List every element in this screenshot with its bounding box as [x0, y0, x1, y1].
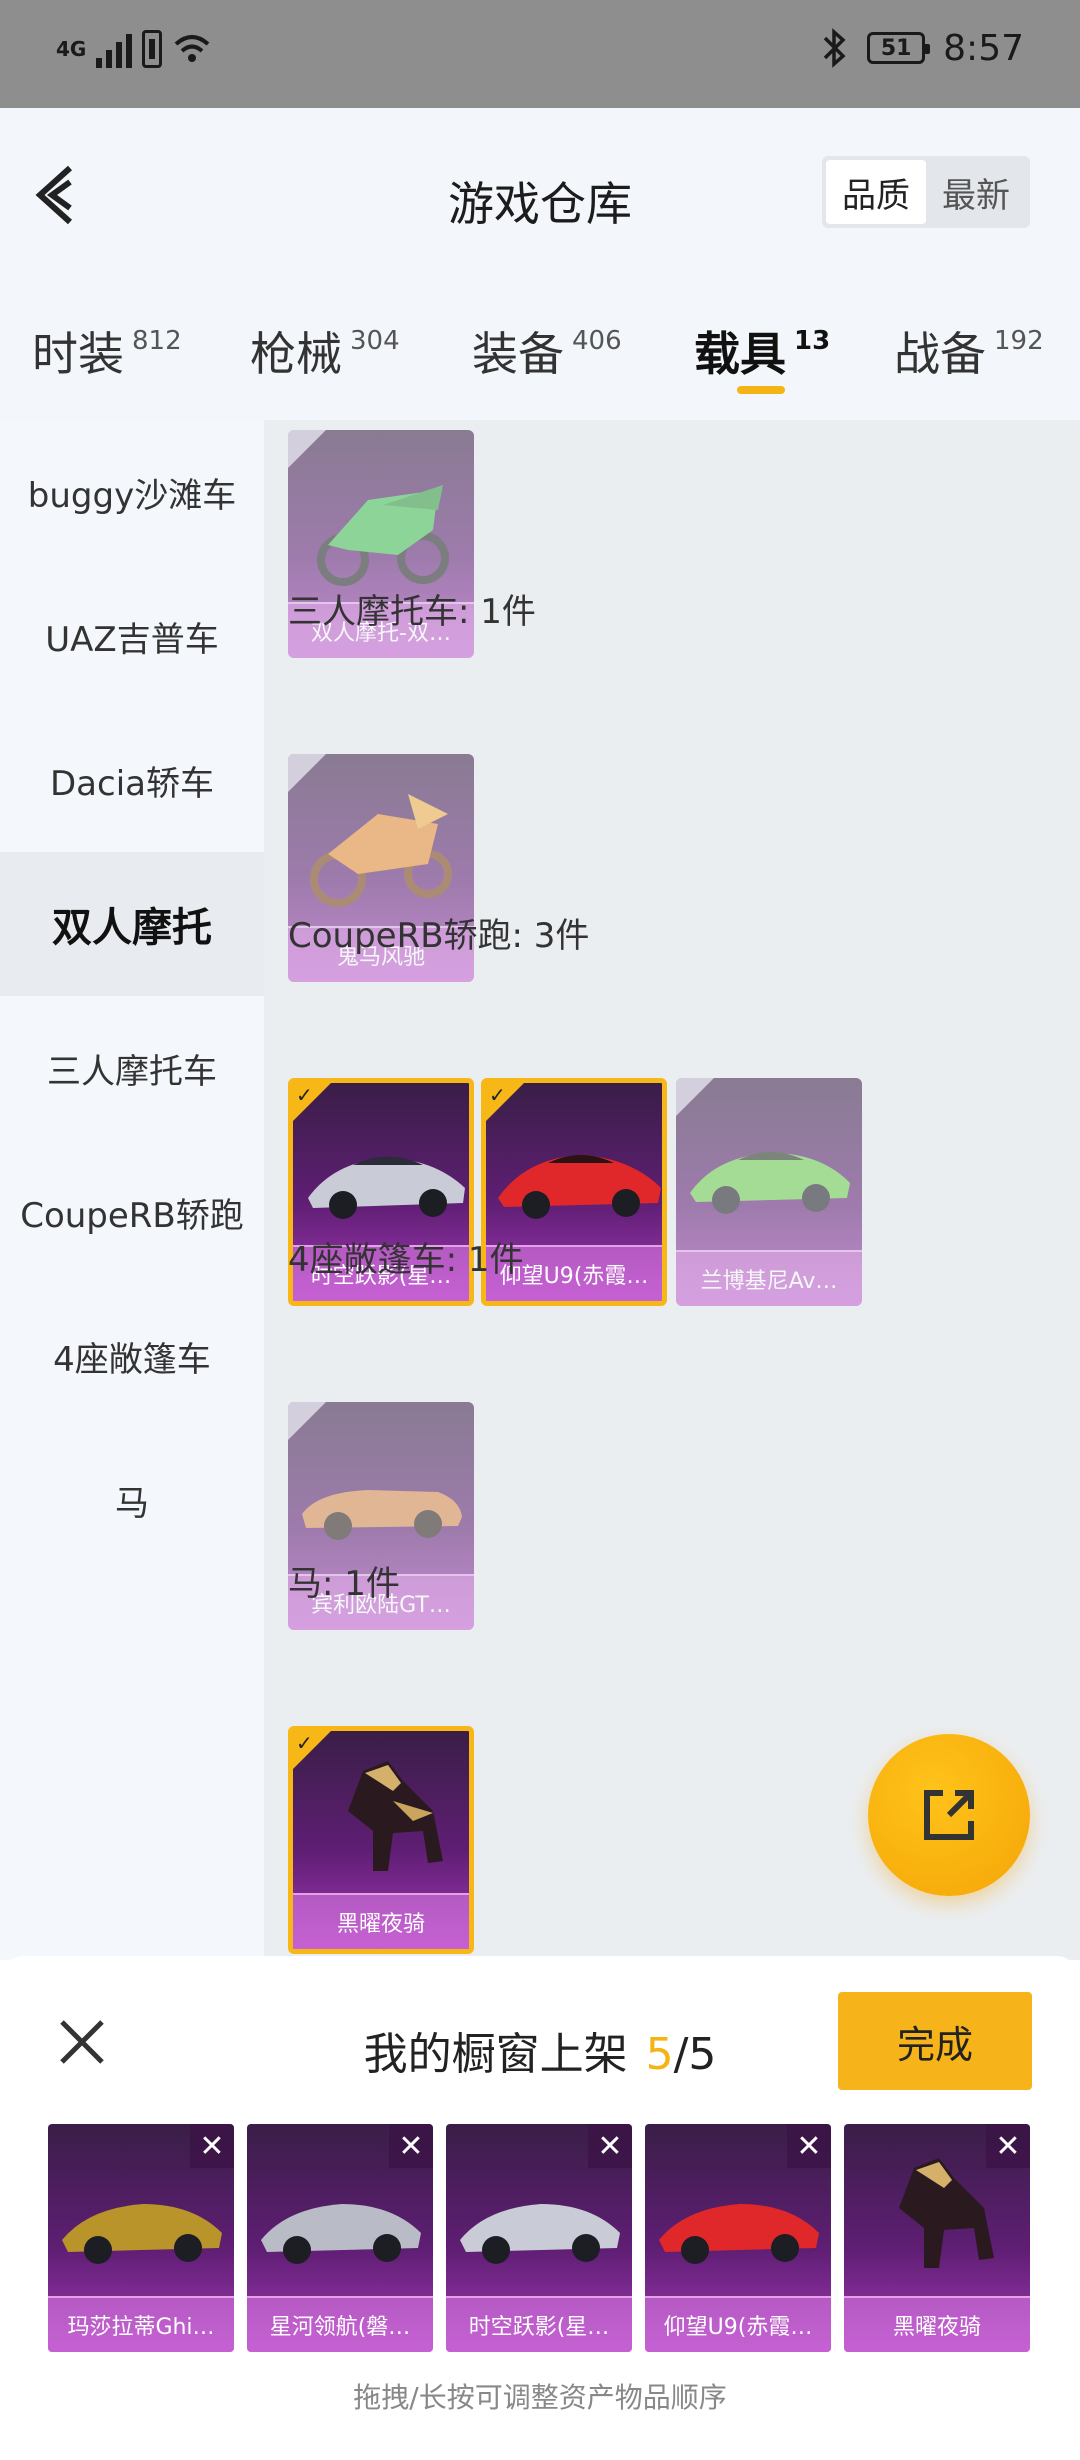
tab-weapons[interactable]: 枪械 304 [250, 318, 400, 384]
sidebar-item-two-seat-moto[interactable]: 双人摩托 [0, 852, 264, 996]
showcase-panel: 我的橱窗上架 5/5 完成 ✕ 玛莎拉蒂Ghi… ✕ 星河领航(磐… ✕ 时空跃影… [0, 1956, 1080, 2460]
sidebar-item-three-seat-moto[interactable]: 三人摩托车 [0, 996, 264, 1140]
sort-newest-button[interactable]: 最新 [926, 160, 1026, 224]
shelf-item[interactable]: ✕ 时空跃影(星… [446, 2124, 632, 2352]
check-corner [676, 1078, 714, 1116]
share-icon [924, 1790, 974, 1840]
shelf-item[interactable]: ✕ 玛莎拉蒂Ghi… [48, 2124, 234, 2352]
tab-count: 13 [794, 326, 831, 356]
vehicle-grid: 双人摩托-双… 三人摩托车: 1件 鬼马风驰 CoupeRB轿跑: 3件 ✓ 时… [264, 420, 1080, 1960]
shelf-count-current: 5 [645, 2029, 674, 2080]
sidebar-item-coupe-rb[interactable]: CoupeRB轿跑 [0, 1140, 264, 1284]
shelf-count-total: /5 [673, 2029, 717, 2080]
section-label: CoupeRB轿跑: 3件 [288, 916, 590, 956]
shelf-item[interactable]: ✕ 黑曜夜骑 [844, 2124, 1030, 2352]
tab-count: 304 [350, 326, 400, 356]
item-card[interactable]: 兰博基尼Av… [676, 1078, 862, 1306]
item-name: 兰博基尼Av… [676, 1250, 862, 1306]
remove-item-button[interactable]: ✕ [389, 2124, 433, 2168]
tab-count: 812 [132, 326, 182, 356]
status-right: 51 8:57 [819, 26, 1024, 70]
done-button[interactable]: 完成 [838, 1992, 1032, 2090]
tab-equipment[interactable]: 装备 406 [472, 318, 622, 384]
sidebar-item-dacia[interactable]: Dacia轿车 [0, 708, 264, 852]
sidebar-item-convertible[interactable]: 4座敞篷车 [0, 1284, 264, 1428]
reorder-hint: 拖拽/长按可调整资产物品顺序 [353, 2381, 727, 2414]
tab-label: 战备 [894, 327, 986, 381]
clock: 8:57 [943, 27, 1024, 69]
sort-quality-button[interactable]: 品质 [826, 160, 926, 224]
sort-toggle: 品质 最新 [822, 156, 1030, 228]
remove-item-button[interactable]: ✕ [588, 2124, 632, 2168]
section-label: 4座敞篷车: 1件 [288, 1240, 524, 1280]
check-corner [288, 754, 326, 792]
remove-item-button[interactable]: ✕ [986, 2124, 1030, 2168]
tab-fashion[interactable]: 时装 812 [32, 318, 182, 384]
horse-icon [899, 2158, 994, 2268]
shelf-item-name: 仰望U9(赤霞… [645, 2296, 831, 2352]
shelf-item-name: 星河领航(磐… [247, 2296, 433, 2352]
shelf-item-name: 黑曜夜骑 [844, 2296, 1030, 2352]
convertible-icon [302, 1490, 462, 1540]
checkmark-icon: ✓ [489, 1083, 506, 1107]
tab-gear[interactable]: 战备 192 [894, 318, 1044, 384]
checkmark-icon: ✓ [296, 1083, 313, 1107]
section-label: 三人摩托车: 1件 [288, 592, 536, 632]
tab-label: 时装 [32, 327, 124, 381]
sidebar-item-uaz[interactable]: UAZ吉普车 [0, 564, 264, 708]
signal-bars-icon [96, 30, 133, 68]
sports-car-icon [308, 1156, 465, 1219]
vehicle-type-sidebar: buggy沙滩车 UAZ吉普车 Dacia轿车 双人摩托 三人摩托车 Coupe… [0, 420, 264, 1960]
sports-car-icon [659, 2204, 819, 2264]
check-corner [288, 430, 326, 468]
network-type: 4G [56, 37, 87, 61]
signal-indicator: 4G [56, 38, 86, 60]
shelf-item[interactable]: ✕ 星河领航(磐… [247, 2124, 433, 2352]
sports-car-icon [62, 2204, 222, 2264]
battery-icon: 51 [867, 32, 931, 64]
status-left: 4G [56, 30, 212, 68]
share-button[interactable] [868, 1734, 1030, 1896]
sidebar-item-buggy[interactable]: buggy沙滩车 [0, 420, 264, 564]
category-tabs: 时装 812 枪械 304 装备 406 载具 13 战备 192 [0, 278, 1080, 420]
remove-item-button[interactable]: ✕ [190, 2124, 234, 2168]
sports-car-icon [498, 1155, 661, 1219]
tab-label: 装备 [472, 327, 564, 381]
tab-label: 枪械 [250, 327, 342, 381]
sidebar-item-horse[interactable]: 马 [0, 1428, 264, 1572]
sports-car-icon [460, 2204, 620, 2264]
sports-car-icon [690, 1152, 850, 1214]
check-corner [288, 1402, 326, 1440]
sports-car-icon [261, 2204, 421, 2264]
tab-vehicles[interactable]: 载具 13 [694, 318, 830, 384]
checkmark-icon: ✓ [296, 1731, 313, 1755]
wifi-icon [175, 35, 210, 62]
sim-icon [142, 30, 163, 68]
tab-count: 406 [572, 326, 622, 356]
section-label: 马: 1件 [288, 1564, 400, 1604]
shelf-item-name: 时空跃影(星… [446, 2296, 632, 2352]
motorcycle-icon [317, 485, 449, 586]
motorcycle-icon [310, 794, 452, 907]
shelf-item-name: 玛莎拉蒂Ghi… [48, 2296, 234, 2352]
panel-title-text: 我的橱窗上架 [363, 2029, 628, 2080]
status-bar: 4G 51 8:57 [0, 0, 1080, 108]
active-tab-indicator [737, 386, 785, 394]
shelf-item[interactable]: ✕ 仰望U9(赤霞… [645, 2124, 831, 2352]
tab-count: 192 [994, 326, 1044, 356]
bluetooth-icon [823, 28, 846, 68]
header: 游戏仓库 品质 最新 [0, 108, 1080, 278]
remove-item-button[interactable]: ✕ [787, 2124, 831, 2168]
item-name: 黑曜夜骑 [293, 1893, 469, 1949]
item-card-selected[interactable]: ✓ 黑曜夜骑 [288, 1726, 474, 1954]
tab-label: 载具 [694, 327, 786, 381]
horse-icon [348, 1761, 443, 1871]
